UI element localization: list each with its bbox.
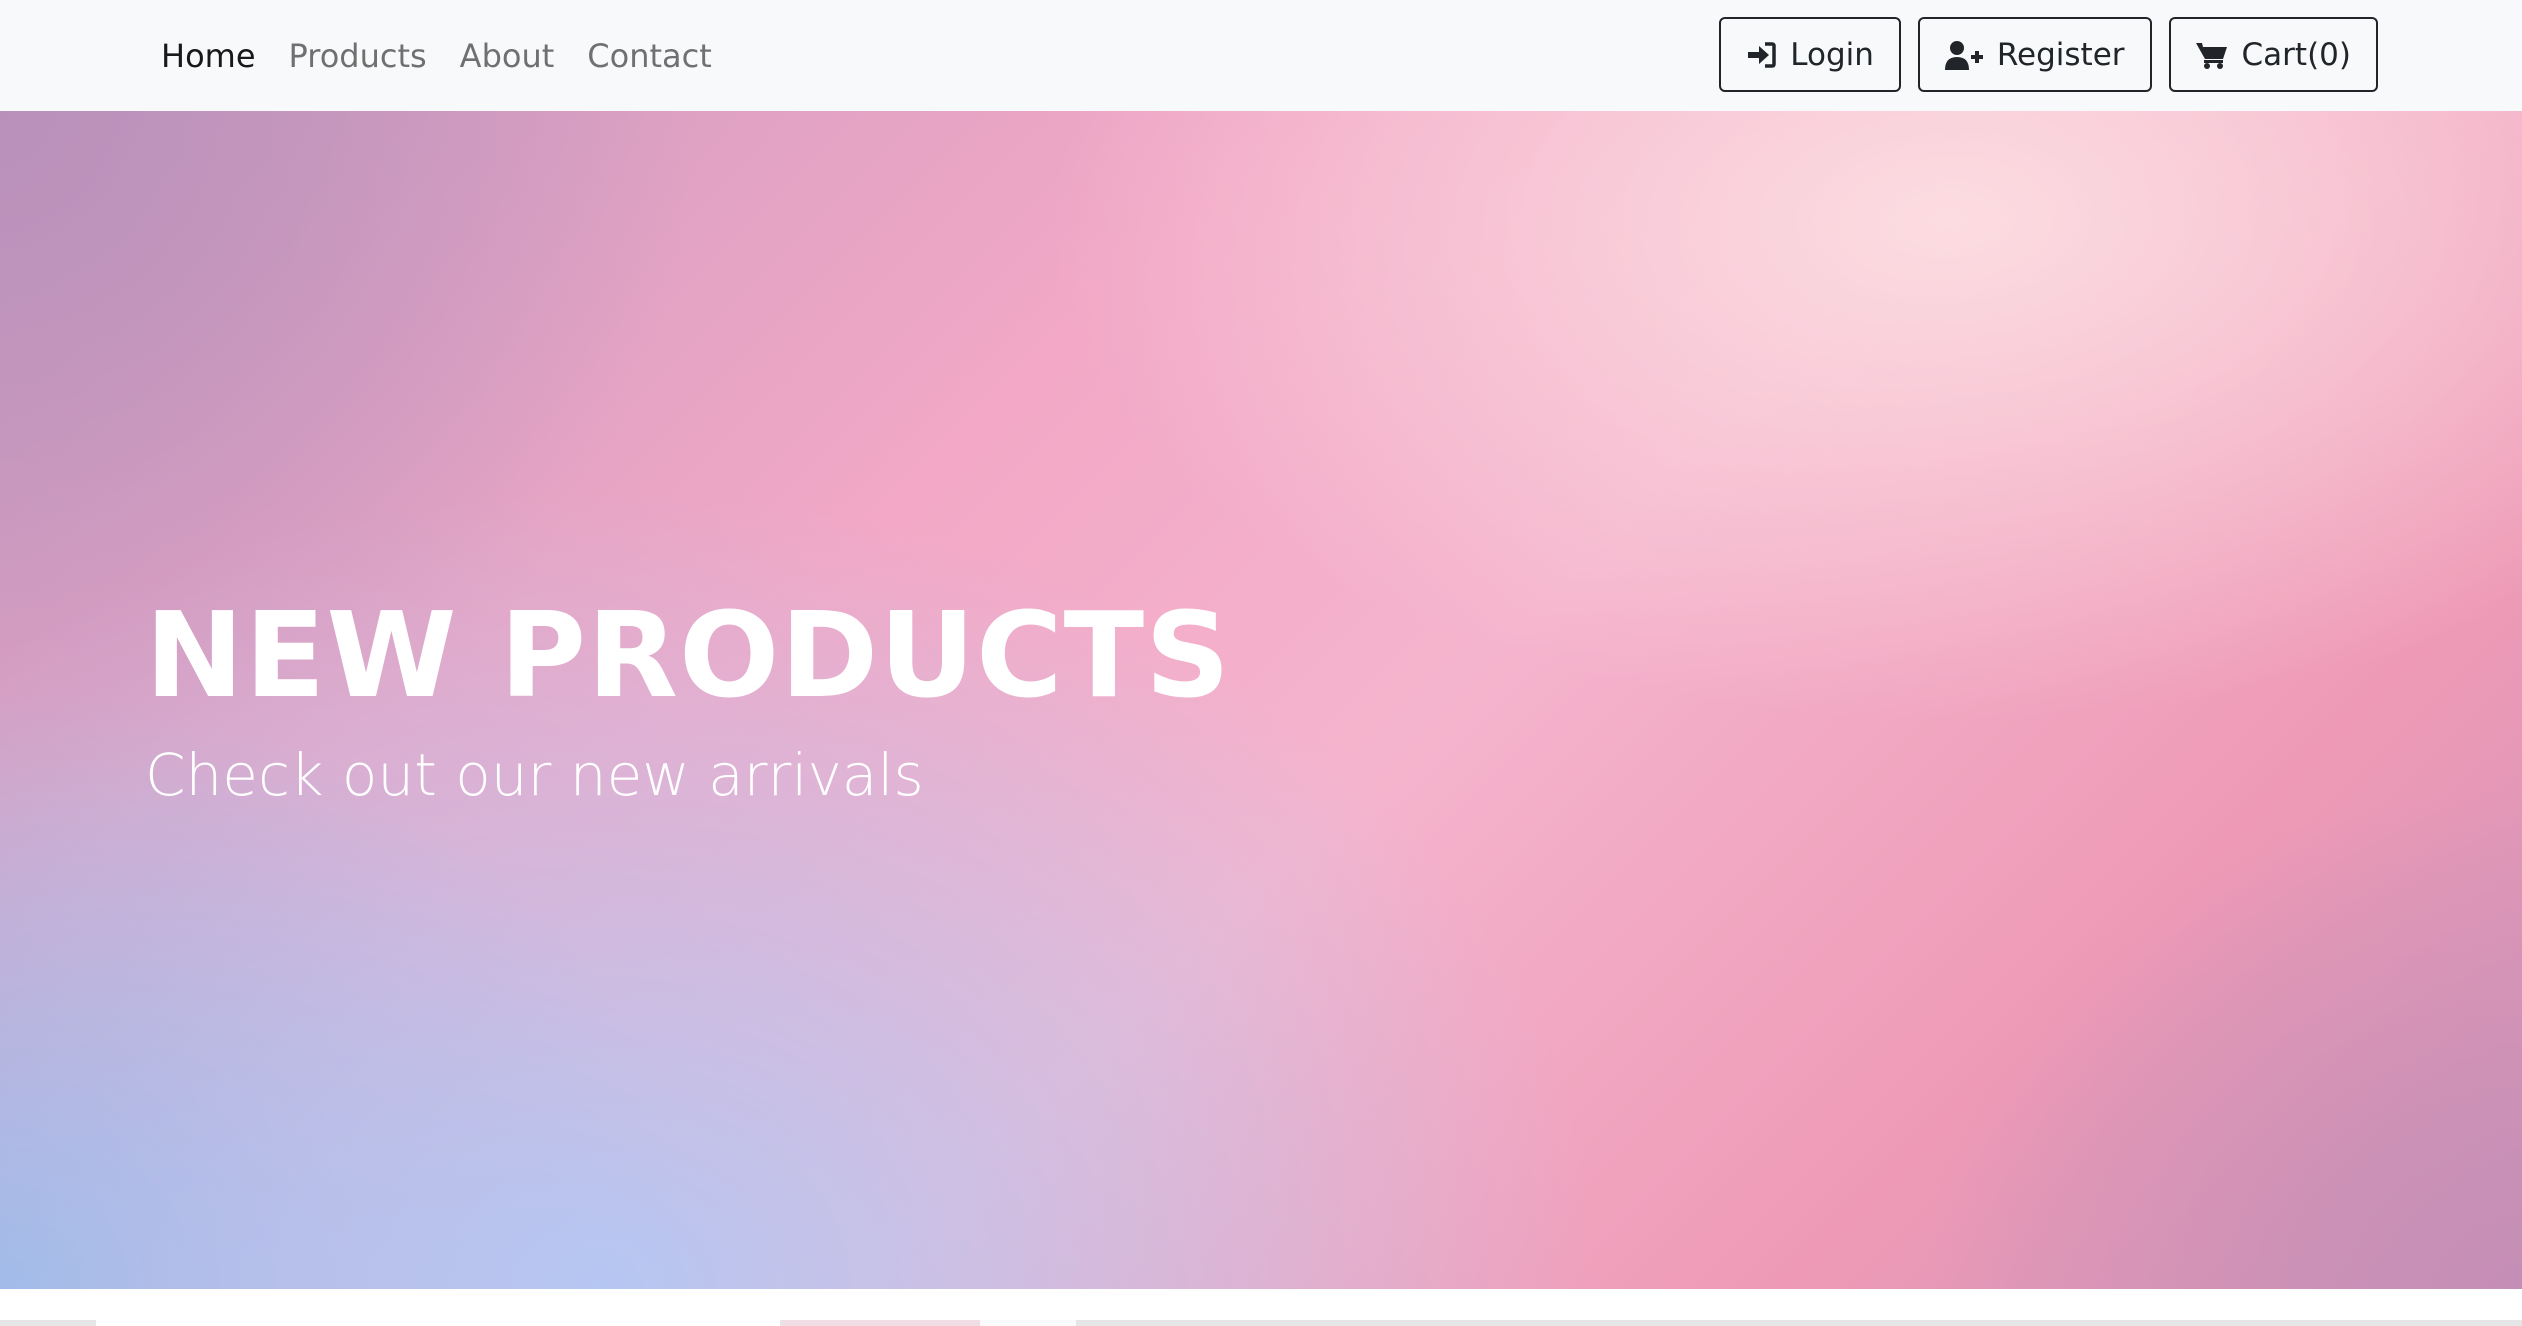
next-section-image-edge	[782, 1320, 980, 1326]
shopping-cart-icon	[2195, 41, 2228, 69]
cart-button[interactable]: Cart(0)	[2168, 17, 2378, 92]
user-plus-icon	[1944, 40, 1983, 70]
nav-actions: Login Register Cart(0)	[1719, 17, 2378, 92]
hero-banner: NEW PRODUCTS Check out our new arrivals	[0, 111, 2522, 1289]
top-navbar: Home Products About Contact Login Regist…	[0, 0, 2522, 111]
next-section-card-edge	[96, 1320, 780, 1326]
next-section-edge	[0, 1320, 2522, 1326]
login-button[interactable]: Login	[1719, 17, 1901, 92]
login-label: Login	[1790, 36, 1874, 73]
hero-text: NEW PRODUCTS Check out our new arrivals	[145, 586, 1232, 810]
hero-subtitle: Check out our new arrivals	[145, 740, 924, 809]
cart-label: Cart(0)	[2241, 36, 2351, 73]
hero-title: NEW PRODUCTS	[145, 586, 1232, 724]
nav-links: Home Products About Contact	[161, 0, 712, 111]
nav-link-contact[interactable]: Contact	[587, 37, 712, 75]
next-section-card-edge	[980, 1320, 1076, 1326]
nav-link-home[interactable]: Home	[161, 37, 256, 75]
sign-in-icon	[1746, 41, 1776, 69]
nav-link-about[interactable]: About	[460, 37, 555, 75]
register-button[interactable]: Register	[1917, 17, 2152, 92]
nav-link-products[interactable]: Products	[289, 37, 427, 75]
register-label: Register	[1996, 36, 2125, 73]
